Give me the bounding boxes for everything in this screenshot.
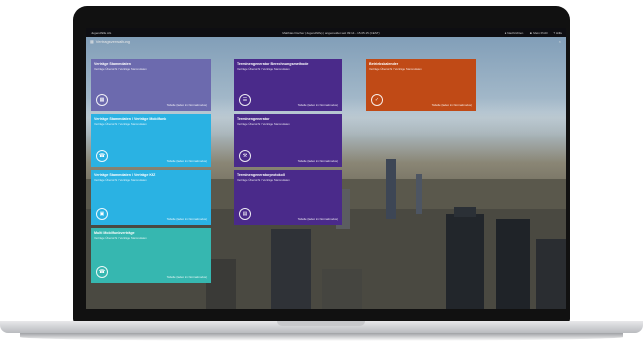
tile-subtitle: Verträge Übersicht / Verträge Stammdaten [94, 67, 147, 71]
profile-link[interactable]: ☻ Mein Profil [529, 31, 547, 35]
list-icon: ☰ [239, 94, 251, 106]
tile-subtitle: Verträge Übersicht / Verträge Stammdaten [237, 122, 290, 126]
tile-title: Terminengenerator Berechnungsmethode [237, 62, 309, 66]
tile-footer: Tabelle (laden im Normalmodus) [166, 275, 207, 279]
close-icon[interactable]: × [559, 39, 561, 44]
user-session-info: Matthias Fischer (Jugendhilfe) | angemel… [282, 30, 380, 35]
tile-subtitle: Verträge Übersicht / Verträge Stammdaten [94, 122, 147, 126]
tile-title: Terminengenerator [237, 117, 270, 121]
tile-terminengenerator[interactable]: Terminengenerator Verträge Übersicht / V… [234, 114, 342, 167]
tile-subtitle: Verträge Übersicht / Verträge Stammdaten [369, 67, 422, 71]
document-icon: ▤ [239, 208, 251, 220]
tile-terminengenerator-berechnungsmethode[interactable]: Terminengenerator Berechnungsmethode Ver… [234, 59, 342, 111]
tile-subtitle: Verträge Übersicht / Verträge Stammdaten [94, 178, 147, 182]
tile-title: Terminengeneratorprotokoll [237, 173, 285, 177]
tile-vertraege-mobilfunk[interactable]: Verträge Stammdaten / Verträge Mobilfunk… [91, 114, 211, 167]
wrench-icon: ⚒ [239, 150, 251, 162]
grid-icon: ▦ [90, 39, 94, 44]
tile-title: Verträge Stammdaten / Verträge KfZ [94, 173, 156, 177]
tile-title: Verträge Stammdaten [94, 62, 131, 66]
calendar-check-icon: ✓ [371, 94, 383, 106]
calendar-icon: ▦ [96, 94, 108, 106]
tile-subtitle: Verträge Übersicht / Verträge Stammdaten [237, 67, 290, 71]
tile-footer: Tabelle (laden im Normalmodus) [297, 103, 338, 107]
tile-title: Multi Mobilfunkverträge [94, 231, 135, 235]
tile-multi-mobilfunkvertraege[interactable]: Multi Mobilfunkverträge Verträge Übersic… [91, 228, 211, 283]
phone-icon: ☎ [96, 150, 108, 162]
car-icon: ▣ [96, 208, 108, 220]
phone-icon: ☎ [96, 266, 108, 278]
tile-vertraege-kfz[interactable]: Verträge Stammdaten / Verträge KfZ Vertr… [91, 170, 211, 225]
tile-footer: Tabelle (laden im Normalmodus) [297, 159, 338, 163]
tile-subtitle: Verträge Übersicht / Verträge Stammdaten [237, 178, 290, 182]
tile-footer: Tabelle (laden im Normalmodus) [166, 159, 207, 163]
topbar-actions: ● Nachrichten ☻ Mein Profil ? Hilfe [505, 31, 562, 35]
tile-footer: Tabelle (laden im Normalmodus) [166, 217, 207, 221]
top-navigation-bar: Jugendhilfe AG Matthias Fischer (Jugendh… [86, 28, 566, 37]
tile-footer: Tabelle (laden im Normalmodus) [166, 103, 207, 107]
help-icon: ? [553, 30, 556, 35]
help-link[interactable]: ? Hilfe [553, 31, 562, 35]
app-screen: Jugendhilfe AG Matthias Fischer (Jugendh… [86, 28, 566, 309]
tile-footer: Tabelle (laden im Normalmodus) [297, 217, 338, 221]
tile-footer: Tabelle (laden im Normalmodus) [431, 103, 472, 107]
tile-vertraege-stammdaten[interactable]: Verträge Stammdaten Verträge Übersicht /… [91, 59, 211, 111]
app-name: Jugendhilfe AG [91, 30, 112, 35]
tile-title: Betriebskalender [369, 62, 399, 66]
tile-subtitle: Verträge Übersicht / Verträge Stammdaten [94, 236, 147, 240]
laptop-notch [277, 321, 365, 326]
breadcrumb-label: Vertragsverwaltung [95, 39, 131, 44]
laptop-shadow [20, 333, 623, 341]
tile-title: Verträge Stammdaten / Verträge Mobilfunk [94, 117, 167, 121]
tile-betriebskalender[interactable]: Betriebskalender Verträge Übersicht / Ve… [366, 59, 476, 111]
messages-link[interactable]: ● Nachrichten [505, 31, 524, 35]
breadcrumb[interactable]: ▦ Vertragsverwaltung [90, 39, 130, 44]
user-icon: ☻ [529, 30, 533, 35]
tile-terminengeneratorprotokoll[interactable]: Terminengeneratorprotokoll Verträge Über… [234, 170, 342, 225]
